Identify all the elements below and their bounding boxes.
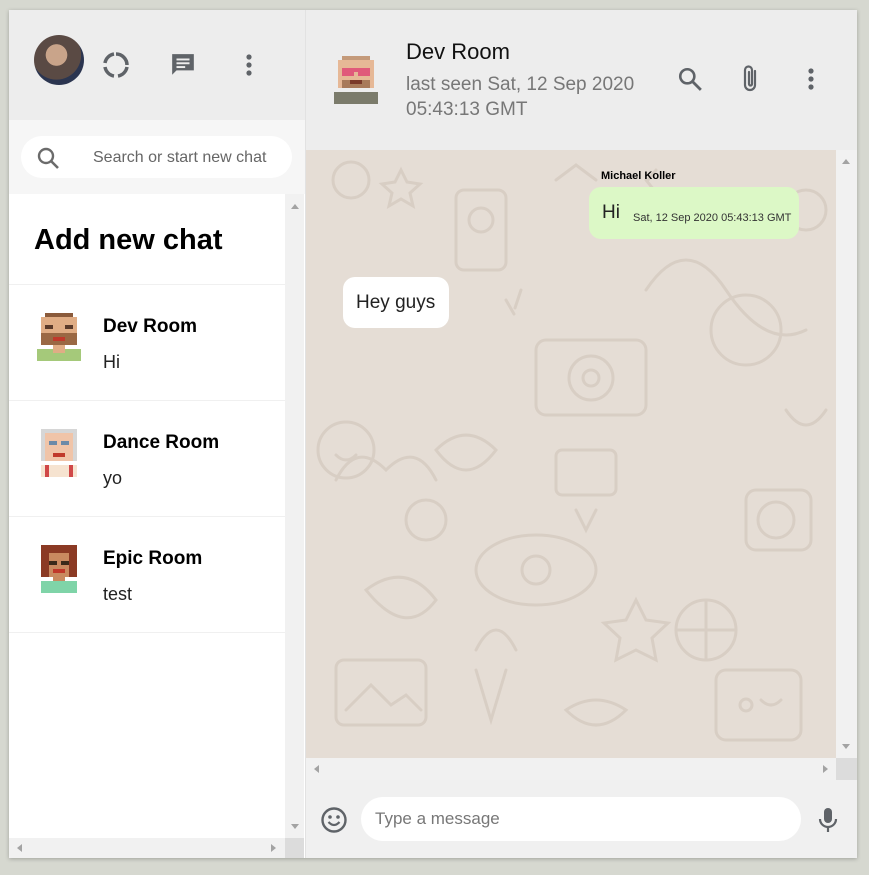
chat-item-dev-room[interactable]: Dev Room Hi [9, 285, 285, 401]
scrollbar-corner [285, 838, 304, 858]
chat-last-message: Hi [103, 352, 120, 372]
search-input[interactable] [91, 147, 285, 169]
user-avatar[interactable] [34, 35, 84, 85]
chat-last-message: yo [103, 468, 123, 488]
messages-vertical-scrollbar[interactable] [836, 150, 857, 758]
chat-name: Dance Room [103, 432, 220, 453]
message-area: Michael Koller Hi Sat, 12 Sep 2020 05:43… [306, 150, 836, 758]
scroll-left-arrow-icon[interactable] [17, 844, 22, 852]
wallpaper-doodles-icon [316, 160, 828, 742]
scroll-right-arrow-icon[interactable] [271, 844, 276, 852]
message-timestamp: Sat, 12 Sep 2020 05:43:13 GMT [633, 212, 792, 224]
message-text: Hi [602, 202, 620, 223]
attach-icon[interactable] [735, 64, 765, 94]
chat-last-message: test [103, 584, 133, 604]
new-chat-icon[interactable] [168, 50, 198, 80]
sidebar-header [9, 10, 305, 120]
add-new-chat-label: Add new chat [34, 224, 223, 256]
message-bubble-outgoing[interactable]: Hi Sat, 12 Sep 2020 05:43:13 GMT [589, 187, 799, 239]
chat-room-title: Dev Room [406, 39, 510, 64]
status-icon[interactable] [101, 50, 131, 80]
scroll-up-arrow-icon[interactable] [842, 159, 850, 164]
sidebar: Add new chat Dev Room Hi [9, 10, 306, 858]
scrollbar-corner [836, 758, 857, 780]
chat-item-dance-room[interactable]: Dance Room yo [9, 401, 285, 517]
chat-menu-more-icon[interactable] [796, 64, 826, 94]
scroll-down-arrow-icon[interactable] [842, 744, 850, 749]
last-seen-status: last seen Sat, 12 Sep 2020 05:43:13 GMT [406, 74, 635, 120]
scroll-right-arrow-icon[interactable] [823, 765, 828, 773]
avatar-dev-room [37, 313, 81, 361]
message-input[interactable] [361, 797, 801, 841]
avatar-epic-room [41, 545, 77, 593]
menu-more-icon[interactable] [234, 50, 264, 80]
message-sender-name: Michael Koller [601, 170, 676, 182]
chat-header: Dev Room last seen Sat, 12 Sep 2020 05:4… [306, 10, 857, 151]
avatar-dance-room [41, 429, 77, 477]
search-bar-container [9, 120, 305, 194]
message-text: Hey guys [356, 292, 436, 313]
room-avatar[interactable] [334, 55, 378, 105]
search-icon [37, 147, 59, 169]
add-new-chat[interactable]: Add new chat [9, 194, 285, 285]
message-composer [306, 780, 857, 858]
search-box[interactable] [21, 136, 292, 178]
scroll-left-arrow-icon[interactable] [314, 765, 319, 773]
chat-panel: Dev Room last seen Sat, 12 Sep 2020 05:4… [306, 10, 857, 858]
scroll-up-arrow-icon[interactable] [291, 204, 299, 209]
messages-horizontal-scrollbar[interactable] [306, 758, 836, 780]
message-bubble-incoming[interactable]: Hey guys [343, 277, 449, 328]
emoji-icon[interactable] [319, 805, 349, 835]
chat-item-epic-room[interactable]: Epic Room test [9, 517, 285, 633]
chat-app-window: Add new chat Dev Room Hi [9, 10, 857, 858]
chat-list: Add new chat Dev Room Hi Dance Room yo E… [9, 194, 285, 838]
sidebar-horizontal-scrollbar[interactable] [9, 838, 285, 858]
chat-name: Epic Room [103, 548, 203, 569]
chat-search-icon[interactable] [675, 64, 705, 94]
chat-name: Dev Room [103, 316, 197, 337]
sidebar-vertical-scrollbar[interactable] [285, 194, 304, 838]
microphone-icon[interactable] [813, 805, 843, 835]
scroll-down-arrow-icon[interactable] [291, 824, 299, 829]
